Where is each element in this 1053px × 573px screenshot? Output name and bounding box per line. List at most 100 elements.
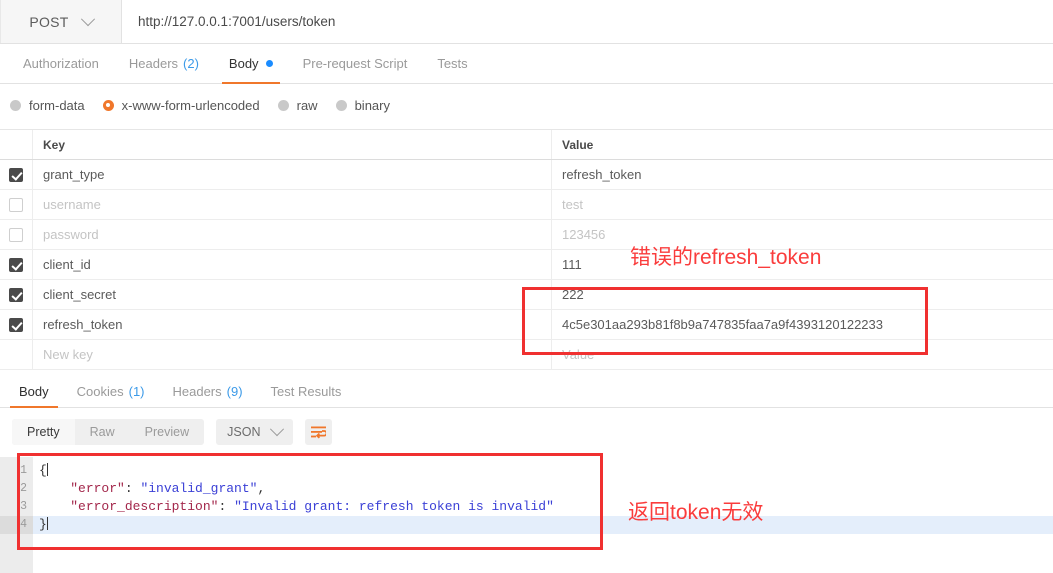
row-key-cell[interactable]: grant_type bbox=[33, 160, 552, 189]
header-key-label: Key bbox=[43, 138, 65, 152]
view-mode-preview[interactable]: Preview bbox=[130, 419, 204, 445]
radio-x-www-form-urlencoded[interactable]: x-www-form-urlencoded bbox=[103, 98, 260, 113]
row-value-cell[interactable]: 222 bbox=[552, 280, 1053, 309]
table-row: refresh_token 4c5e301aa293b81f8b9a747835… bbox=[0, 310, 1053, 340]
code-json-key: "error_description" bbox=[70, 499, 218, 514]
word-wrap-icon bbox=[311, 426, 326, 439]
new-key-cell[interactable]: New key bbox=[33, 340, 552, 369]
table-row: grant_type refresh_token bbox=[0, 160, 1053, 190]
line-number-text: 2 bbox=[20, 482, 27, 495]
row-key-text: client_secret bbox=[43, 287, 116, 302]
code-json-value: "Invalid grant: refresh token is invalid… bbox=[234, 499, 554, 514]
response-format-dropdown[interactable]: JSON bbox=[216, 419, 293, 445]
row-checkbox[interactable] bbox=[9, 198, 23, 212]
response-tab-test-results[interactable]: Test Results bbox=[257, 376, 356, 407]
row-checkbox[interactable] bbox=[9, 228, 23, 242]
code-line: { bbox=[33, 462, 1053, 480]
row-key-text: grant_type bbox=[43, 167, 104, 182]
row-value-cell[interactable]: refresh_token bbox=[552, 160, 1053, 189]
row-checkbox-cell bbox=[0, 340, 33, 369]
line-number-gutter: 1 2 3 4 bbox=[0, 457, 33, 573]
new-value-placeholder: Value bbox=[562, 347, 594, 362]
table-row: password 123456 bbox=[0, 220, 1053, 250]
row-key-cell[interactable]: refresh_token bbox=[33, 310, 552, 339]
response-tab-body-label: Body bbox=[19, 384, 49, 399]
http-method-label: POST bbox=[29, 14, 68, 30]
row-checkbox[interactable] bbox=[9, 318, 23, 332]
tab-authorization[interactable]: Authorization bbox=[8, 44, 114, 83]
line-number: 2 bbox=[0, 480, 33, 498]
request-url-bar: POST http://127.0.0.1:7001/users/token bbox=[0, 0, 1053, 44]
radio-raw[interactable]: raw bbox=[278, 98, 318, 113]
view-mode-raw[interactable]: Raw bbox=[75, 419, 130, 445]
code-token: : bbox=[125, 481, 141, 496]
radio-binary[interactable]: binary bbox=[336, 98, 390, 113]
row-key-cell[interactable]: password bbox=[33, 220, 552, 249]
code-token: { bbox=[39, 463, 47, 478]
code-json-key: "error" bbox=[70, 481, 125, 496]
row-checkbox[interactable] bbox=[9, 288, 23, 302]
tab-tests[interactable]: Tests bbox=[422, 44, 482, 83]
table-row: client_secret 222 bbox=[0, 280, 1053, 310]
row-checkbox-cell bbox=[0, 220, 33, 249]
row-key-cell[interactable]: client_secret bbox=[33, 280, 552, 309]
tab-headers[interactable]: Headers (2) bbox=[114, 44, 214, 83]
code-content[interactable]: { "error": "invalid_grant", "error_descr… bbox=[33, 457, 1053, 573]
row-value-cell[interactable]: test bbox=[552, 190, 1053, 219]
response-tab-bar: Body Cookies (1) Headers (9) Test Result… bbox=[0, 376, 1053, 408]
response-tab-cookies-count: (1) bbox=[129, 384, 145, 399]
line-number-text: 1 bbox=[20, 464, 27, 477]
new-value-cell[interactable]: Value bbox=[552, 340, 1053, 369]
response-view-mode-group: Pretty Raw Preview bbox=[12, 419, 204, 445]
code-line: } bbox=[33, 516, 1053, 534]
tab-headers-label: Headers bbox=[129, 56, 178, 71]
row-value-text: refresh_token bbox=[562, 167, 642, 182]
row-key-cell[interactable]: client_id bbox=[33, 250, 552, 279]
request-url-text: http://127.0.0.1:7001/users/token bbox=[138, 14, 335, 29]
http-method-dropdown[interactable]: POST bbox=[0, 0, 122, 43]
text-caret bbox=[47, 463, 48, 476]
row-key-text: client_id bbox=[43, 257, 91, 272]
radio-selected-icon bbox=[103, 100, 114, 111]
tab-tests-label: Tests bbox=[437, 56, 467, 71]
response-toolbar: Pretty Raw Preview JSON bbox=[0, 408, 1053, 456]
response-tab-headers[interactable]: Headers (9) bbox=[159, 376, 257, 407]
row-key-cell[interactable]: username bbox=[33, 190, 552, 219]
line-number: 4 bbox=[0, 516, 33, 534]
view-mode-pretty-label: Pretty bbox=[27, 425, 60, 439]
response-format-label: JSON bbox=[227, 425, 260, 439]
row-checkbox-cell bbox=[0, 250, 33, 279]
view-mode-raw-label: Raw bbox=[90, 425, 115, 439]
response-tab-cookies-label: Cookies bbox=[77, 384, 124, 399]
code-token: } bbox=[39, 517, 47, 532]
response-tab-body[interactable]: Body bbox=[5, 376, 63, 407]
row-checkbox[interactable] bbox=[9, 258, 23, 272]
request-url-input[interactable]: http://127.0.0.1:7001/users/token bbox=[122, 0, 1053, 43]
view-mode-pretty[interactable]: Pretty bbox=[12, 419, 75, 445]
params-table: Key Value grant_type refresh_token usern… bbox=[0, 129, 1053, 370]
radio-form-data[interactable]: form-data bbox=[10, 98, 85, 113]
row-checkbox[interactable] bbox=[9, 168, 23, 182]
tab-authorization-label: Authorization bbox=[23, 56, 99, 71]
table-row: username test bbox=[0, 190, 1053, 220]
row-value-cell[interactable]: 4c5e301aa293b81f8b9a747835faa7a9f4393120… bbox=[552, 310, 1053, 339]
row-value-text: 4c5e301aa293b81f8b9a747835faa7a9f4393120… bbox=[562, 317, 883, 332]
radio-unselected-icon bbox=[336, 100, 347, 111]
tab-pre-request-script[interactable]: Pre-request Script bbox=[288, 44, 423, 83]
tab-body-label: Body bbox=[229, 56, 259, 71]
table-row-new: New key Value bbox=[0, 340, 1053, 370]
line-number-text: 3 bbox=[20, 500, 27, 513]
tab-headers-count: (2) bbox=[183, 56, 199, 71]
body-type-radio-group: form-data x-www-form-urlencoded raw bina… bbox=[0, 84, 1053, 126]
row-value-text: 111 bbox=[562, 257, 582, 272]
code-line: "error": "invalid_grant", bbox=[33, 480, 1053, 498]
word-wrap-button[interactable] bbox=[305, 419, 332, 445]
tab-pre-request-script-label: Pre-request Script bbox=[303, 56, 408, 71]
annotation-response-note: 返回token无效 bbox=[628, 496, 763, 526]
response-tab-cookies[interactable]: Cookies (1) bbox=[63, 376, 159, 407]
view-mode-preview-label: Preview bbox=[145, 425, 189, 439]
chevron-down-icon bbox=[270, 422, 284, 436]
response-tab-test-results-label: Test Results bbox=[271, 384, 342, 399]
tab-body[interactable]: Body bbox=[214, 44, 288, 83]
row-key-text: username bbox=[43, 197, 101, 212]
